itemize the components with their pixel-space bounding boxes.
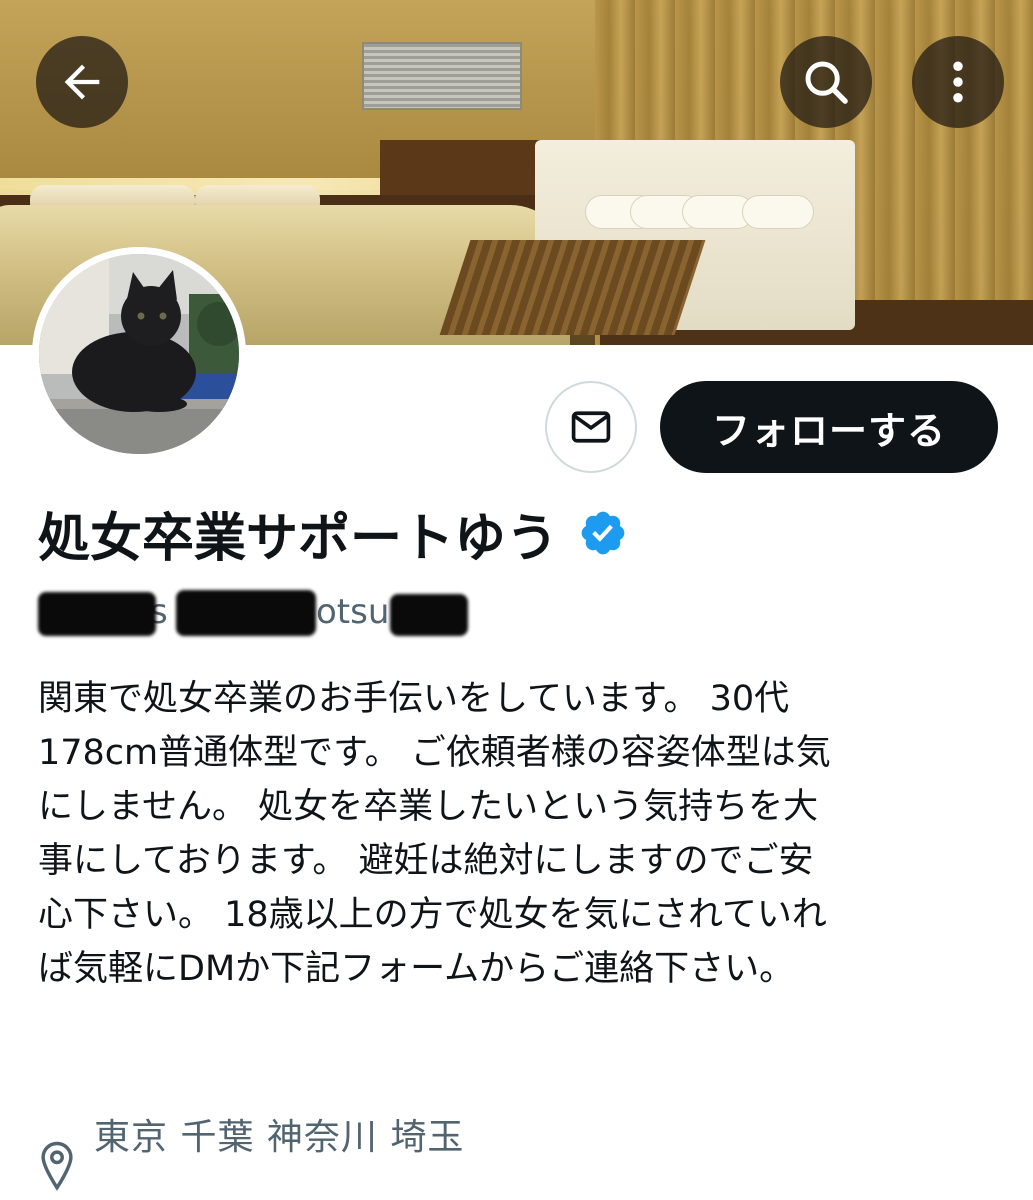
redaction-bar (38, 592, 156, 636)
handle-fragment: otsu (316, 592, 390, 632)
follow-button-label: フォローする (711, 408, 946, 453)
bio-line: 178cm普通体型です。 ご依頼者様の容姿体型は気 (38, 733, 831, 773)
cat-photo (39, 254, 239, 454)
bio-line: 心下さい。 18歳以上の方で処女を気にされていれ (38, 895, 827, 935)
avatar[interactable] (32, 247, 246, 461)
location-pin-icon (41, 1141, 73, 1191)
redaction-bar (176, 590, 316, 636)
banner-sofa-cushion (742, 195, 814, 229)
bio-line: 関東で処女卒業のお手伝いをしています。 30代 (38, 679, 790, 719)
display-name: 処女卒業サポートゆう (38, 508, 559, 569)
more-vertical-icon (953, 61, 963, 103)
back-button[interactable] (36, 36, 128, 128)
bio: 関東で処女卒業のお手伝いをしています。 30代 178cm普通体型です。 ご依頼… (38, 672, 998, 996)
bio-line: 事にしております。 避妊は絶対にしますのでご安 (38, 841, 814, 881)
envelope-icon (571, 411, 611, 443)
location-text: 東京 千葉 神奈川 埼玉 (94, 1117, 465, 1158)
bio-line: ば気軽にDMか下記フォームからご連絡下さい。 (38, 949, 795, 989)
redaction-bar (390, 594, 468, 636)
bio-line: にしません。 処女を卒業したいという気持ちを大 (38, 787, 819, 827)
arrow-left-icon (64, 64, 100, 100)
name-row: 処女卒業サポートゆう (38, 498, 628, 569)
message-button[interactable] (545, 381, 637, 473)
follow-button[interactable]: フォローする (660, 381, 998, 473)
search-button[interactable] (780, 36, 872, 128)
verified-badge-icon[interactable] (578, 508, 628, 558)
search-icon (805, 61, 848, 104)
location: 東京 千葉 神奈川 埼玉 (36, 1108, 736, 1198)
banner-table (439, 240, 706, 335)
more-options-button[interactable] (912, 36, 1004, 128)
banner-air-conditioner (362, 42, 522, 110)
handle: s otsu (38, 588, 468, 640)
avatar-image (39, 254, 239, 454)
